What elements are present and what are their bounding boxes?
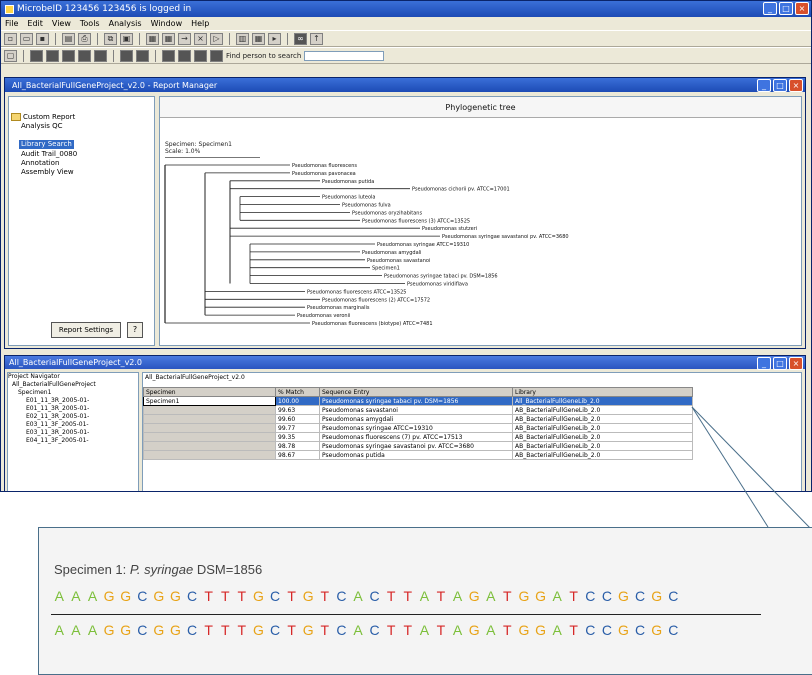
base-a: A [552,622,562,638]
base-g: G [302,588,314,604]
dna-sequence-top: AAAGGCGGCTTTGCTGTCACTTATAGATGGATCCGCGC [51,588,682,604]
base-a: A [54,622,64,638]
base-t: T [403,622,413,638]
base-g: G [651,588,663,604]
base-t: T [204,588,213,604]
base-c: C [269,588,281,604]
callout-species-name: P. syringae [129,562,194,577]
base-c: C [601,622,612,638]
base-a: A [486,622,496,638]
base-g: G [103,588,115,604]
base-c: C [137,622,148,638]
base-t: T [386,622,396,638]
base-a: A [419,622,430,638]
base-g: G [153,622,165,638]
base-c: C [269,622,281,638]
base-g: G [518,622,530,638]
base-t: T [287,622,296,638]
callout-specimen-suffix: DSM=1856 [193,562,263,577]
base-t: T [436,588,446,604]
base-t: T [204,622,213,638]
base-a: A [452,622,463,638]
base-g: G [302,622,314,638]
base-c: C [635,622,646,638]
base-t: T [403,588,413,604]
base-t: T [220,588,230,604]
sequence-callout: Specimen 1: P. syringae DSM=1856 AAAGGCG… [38,527,812,675]
base-c: C [336,588,347,604]
sequence-divider [51,614,761,615]
base-g: G [153,588,165,604]
base-t: T [436,622,446,638]
base-t: T [569,588,578,604]
base-c: C [186,588,198,604]
base-g: G [618,622,629,638]
base-c: C [635,588,646,604]
base-a: A [452,588,463,604]
dna-sequence-bottom: AAAGGCGGCTTTGCTGTCACTTATAGATGGATCCGCGC [51,622,682,638]
base-g: G [535,622,546,638]
base-g: G [252,622,264,638]
base-a: A [87,588,98,604]
base-a: A [54,588,64,604]
callout-specimen-prefix: Specimen 1: [54,562,130,577]
base-g: G [618,588,629,604]
base-c: C [668,622,679,638]
base-g: G [103,622,115,638]
base-g: G [252,588,264,604]
base-c: C [601,588,612,604]
base-c: C [336,622,347,638]
base-a: A [71,622,81,638]
base-t: T [503,622,512,638]
base-g: G [518,588,530,604]
base-g: G [468,588,480,604]
base-g: G [651,622,663,638]
base-c: C [585,588,596,604]
base-t: T [569,622,578,638]
base-a: A [419,588,430,604]
base-c: C [369,622,380,638]
base-a: A [353,622,363,638]
base-g: G [170,622,181,638]
app: MicrobeID 123456 123456 is logged in _ □… [0,0,812,675]
base-a: A [71,588,81,604]
base-g: G [170,588,181,604]
base-g: G [120,588,132,604]
base-t: T [220,622,230,638]
base-t: T [320,588,330,604]
base-a: A [552,588,562,604]
base-t: T [386,588,396,604]
base-g: G [468,622,480,638]
base-a: A [87,622,98,638]
callout-specimen-title: Specimen 1: P. syringae DSM=1856 [54,562,262,577]
base-c: C [369,588,380,604]
base-t: T [287,588,296,604]
base-c: C [186,622,198,638]
base-c: C [585,622,596,638]
base-c: C [137,588,148,604]
base-t: T [237,588,247,604]
base-g: G [535,588,546,604]
base-t: T [503,588,512,604]
base-a: A [353,588,363,604]
base-c: C [668,588,679,604]
base-t: T [320,622,330,638]
base-t: T [237,622,247,638]
base-a: A [486,588,496,604]
base-g: G [120,622,132,638]
